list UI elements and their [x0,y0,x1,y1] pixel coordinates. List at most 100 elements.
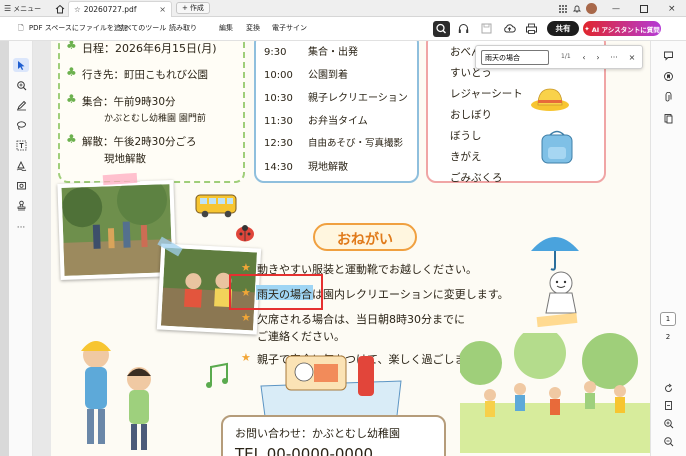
close-tab-icon[interactable]: × [159,5,166,14]
fill-sign-icon[interactable] [13,158,29,172]
hat-icon [531,88,569,111]
search-icon [436,23,446,34]
menu-read[interactable]: 読み取り [169,23,197,33]
share-button[interactable]: 共有 [547,21,579,36]
find-input[interactable] [481,50,549,65]
star-icon: ★ [241,261,251,274]
comment-icon[interactable] [661,48,675,62]
image-icon[interactable] [13,178,29,192]
save-icon[interactable] [480,22,493,35]
picnic-lunch-illustration [260,355,402,425]
attachment-icon[interactable] [661,90,675,104]
tape-decoration [536,312,578,328]
menu-esign[interactable]: 電子サイン [272,23,307,33]
tab-document[interactable]: ☆ 20260727.pdf × [68,1,172,17]
maximize-icon[interactable] [640,2,648,15]
star-icon: ★ [241,311,251,324]
ai-sparkle-icon: ✦ [584,24,590,33]
plus-icon: + [182,4,188,12]
menu-button[interactable]: ☰ メニュー [4,2,41,15]
grid-apps-icon[interactable] [558,2,568,15]
notice-title: おねがい [337,232,393,248]
close-window-icon[interactable]: × [668,2,676,15]
pages-icon[interactable] [661,111,675,125]
search-button[interactable] [433,21,450,37]
bell-icon[interactable] [572,2,582,15]
clover-icon: ♣ [66,132,77,146]
parent-child-illustration [81,341,151,450]
item: ごみぶくろ [450,172,503,184]
notice-line: 欠席される場合は、当日朝8時30分までに [257,313,465,326]
find-close-icon[interactable]: × [626,51,638,64]
new-tab-label: 作成 [189,4,204,12]
clover-icon: ♣ [66,65,77,79]
umbrella-icon [531,237,579,271]
zoom-in-icon[interactable] [661,416,675,430]
page-fit-icon[interactable] [661,398,675,412]
menu-convert[interactable]: 変換 [246,23,260,33]
focus-box [229,274,323,310]
clover-icon: ♣ [66,41,77,52]
left-edge [0,41,9,456]
info-label-dismiss: 解散：午後2時30分ごろ [82,136,197,148]
lasso-icon[interactable] [13,118,29,132]
text-box-icon[interactable] [13,138,29,152]
stamp-icon[interactable] [13,198,29,212]
find-prev-icon[interactable]: ‹ [578,51,590,64]
info-label-destination: 行き先：町田こもれび公園 [82,69,208,81]
info-label-meeting: 集合：午前9時30分 [82,96,176,108]
backpack-icon [541,130,573,164]
ai-assistant-button[interactable]: ✦ AI アシスタントに質問 [583,21,661,36]
info-meeting-place: かぶとむし幼稚園 園門前 [104,114,206,124]
contact-label: お問い合わせ：かぶとむし幼稚園 [235,427,400,440]
headphones-icon[interactable] [457,22,470,35]
find-bar: 1/1 ‹ › ··· × [475,45,643,69]
pen-icon[interactable] [13,98,29,112]
info-dismiss-place: 現地解散 [104,153,146,165]
ladybug-icon [236,225,254,242]
info-label-date: 日程：2026年6月15日(月) [82,42,217,55]
find-next-icon[interactable]: › [592,51,604,64]
minimize-icon[interactable]: — [612,2,620,15]
rotate-icon[interactable] [661,381,675,395]
schedule-row: 10:30 親子レクリエーション [264,93,408,104]
document-viewport[interactable]: ♣ 日程：2026年6月15日(月) ♣ 行き先：町田こもれび公園 ♣ 集合：午… [33,41,650,456]
right-rail: 1 2 [650,41,686,456]
select-cursor-icon[interactable] [13,58,29,72]
avatar[interactable] [586,3,597,14]
item: レジャーシート [450,88,523,100]
page-number-1[interactable]: 1 [660,312,676,326]
kids-running-illustration [460,333,650,453]
home-icon[interactable] [55,2,65,15]
star-icon[interactable]: ☆ [74,5,81,14]
add-files-button[interactable]: 🗋 PDF スペースにファイルを追加 [18,23,128,35]
teru-teru-bozu-icon [545,271,577,314]
schedule-row: 10:00 公園到着 [264,70,348,81]
item: ぼうし [450,130,482,142]
find-count: 1/1 [561,53,571,60]
print-icon[interactable] [525,22,538,35]
add-files-label: PDF スペースにファイルを追加 [28,24,128,32]
clover-icon: ♣ [66,92,77,106]
schedule-row: 9:30 集合・出発 [264,47,358,58]
notice-line: ご連絡ください。 [257,330,345,343]
hamburger-icon: ☰ [4,4,12,13]
notice-title-banner: おねがい [313,223,417,251]
more-tools-icon[interactable]: ··· [13,221,29,235]
photo-family-walk [57,180,177,280]
page-number-2[interactable]: 2 [660,330,676,344]
contact-card: お問い合わせ：かぶとむし幼稚園 TEL 00-0000-0000 [221,415,446,456]
find-more-options[interactable]: ··· [608,51,620,64]
upload-cloud-icon[interactable] [503,22,516,35]
music-note-icon [206,362,228,388]
ai-assistant-label: AI アシスタントに質問 [591,25,660,34]
zoom-comment-icon[interactable] [13,78,29,92]
zoom-out-icon[interactable] [661,434,675,448]
new-tab-button[interactable]: + 作成 [176,2,210,14]
menu-edit[interactable]: 編集 [219,23,233,33]
school-bus-icon [195,194,237,218]
bookmark-icon[interactable] [661,69,675,83]
schedule-row: 11:30 お弁当タイム [264,116,368,127]
menu-all-tools[interactable]: すべてのツール [118,23,166,33]
tab-title: 20260727.pdf [83,5,137,14]
